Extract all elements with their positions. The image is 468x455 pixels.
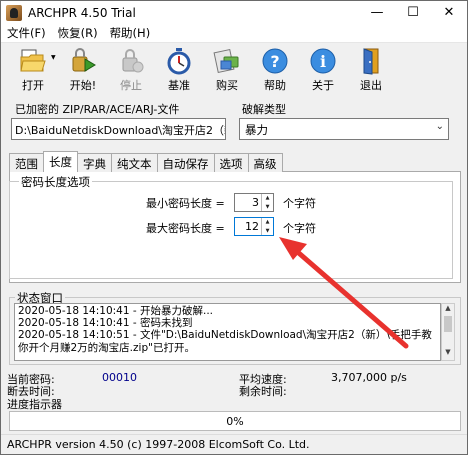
- start-icon: [72, 48, 96, 72]
- app-icon: [6, 4, 22, 21]
- menu-bar: 文件(F) 恢复(R) 帮助(H): [1, 24, 467, 43]
- open-dropdown-arrow[interactable]: ▼: [51, 54, 59, 61]
- buy-label: 购买: [216, 79, 238, 92]
- scroll-up-icon[interactable]: ▲: [442, 304, 454, 316]
- remaining-time-label: 剩余时间:: [239, 385, 287, 398]
- help-label: 帮助: [264, 79, 286, 92]
- min-length-value: 3: [252, 196, 259, 209]
- tab-options[interactable]: 选项: [213, 153, 249, 172]
- open-label: 打开: [22, 79, 44, 92]
- window-controls: — ☐ ✕: [359, 1, 467, 24]
- tab-range[interactable]: 范围: [9, 153, 44, 172]
- attack-type-select[interactable]: 暴力 ⌄: [239, 118, 449, 140]
- start-label: 开始!: [69, 79, 97, 92]
- window-title: ARCHPR 4.50 Trial: [28, 5, 136, 20]
- maximize-button[interactable]: ☐: [395, 1, 431, 24]
- svg-text:?: ?: [270, 52, 279, 71]
- benchmark-button[interactable]: 基准: [155, 44, 203, 94]
- attack-type-label: 破解类型: [242, 103, 286, 116]
- progress-bar: 0%: [9, 411, 461, 431]
- about-label: 关于: [312, 79, 334, 92]
- avg-speed-value: 3,707,000 p/s: [331, 371, 407, 384]
- minimize-button[interactable]: —: [359, 1, 395, 24]
- tab-strip: 范围 长度 字典 纯文本 自动保存 选项 高级: [9, 151, 283, 172]
- max-length-spin-buttons: ▲ ▼: [261, 218, 273, 235]
- max-length-spinner[interactable]: 12 ▲ ▼: [234, 217, 274, 236]
- help-icon: ?: [262, 48, 288, 74]
- min-length-spinner[interactable]: 3 ▲ ▼: [234, 193, 274, 212]
- svg-text:i: i: [320, 52, 326, 71]
- chevron-down-icon: ⌄: [435, 121, 444, 132]
- buy-button[interactable]: 购买: [203, 44, 251, 94]
- open-button[interactable]: 打开: [9, 44, 57, 94]
- status-bar: ARCHPR version 4.50 (c) 1997-2008 ElcomS…: [1, 434, 467, 454]
- stop-label: 停止: [120, 79, 142, 92]
- tab-autosave[interactable]: 自动保存: [156, 153, 215, 172]
- log-line: 2020-05-18 14:10:41 - 开始暴力破解...: [18, 305, 213, 317]
- scroll-thumb[interactable]: [444, 316, 452, 332]
- exit-door-icon: [363, 48, 379, 75]
- encrypted-file-input[interactable]: D:\BaiduNetdiskDownload\淘宝开店2（新: [11, 118, 226, 140]
- max-length-up-button[interactable]: ▲: [262, 218, 273, 227]
- tab-advanced[interactable]: 高级: [247, 153, 283, 172]
- archpr-window: ARCHPR 4.50 Trial — ☐ ✕ 文件(F) 恢复(R) 帮助(H…: [0, 0, 468, 455]
- tab-dictionary[interactable]: 字典: [77, 153, 112, 172]
- status-log-scrollbar[interactable]: ▲ ▼: [441, 303, 455, 361]
- menu-file[interactable]: 文件(F): [1, 25, 52, 41]
- title-bar: ARCHPR 4.50 Trial — ☐ ✕: [1, 1, 467, 24]
- buy-icon: [213, 48, 239, 74]
- max-length-down-button[interactable]: ▼: [262, 227, 273, 236]
- log-line: 2020-05-18 14:10:41 - 密码未找到: [18, 317, 193, 330]
- max-length-label: 最大密码长度 =: [146, 222, 225, 235]
- log-line: 2020-05-18 14:10:51 - 文件"D:\BaiduNetdisk…: [18, 329, 432, 342]
- tab-plaintext[interactable]: 纯文本: [111, 153, 158, 172]
- exit-button[interactable]: 退出: [347, 44, 395, 94]
- current-password-value: 00010: [102, 371, 137, 384]
- attack-type-value: 暴力: [245, 123, 268, 137]
- progress-text: 0%: [226, 415, 244, 428]
- toolbar: 打开 ▼ 开始! 停止 基准 购买 ? 帮助 i 关于 退出: [1, 44, 467, 96]
- max-length-unit: 个字符: [283, 222, 316, 235]
- min-length-label: 最小密码长度 =: [146, 197, 225, 210]
- stop-icon: [122, 49, 144, 73]
- info-icon: i: [310, 48, 336, 74]
- min-length-spin-buttons: ▲ ▼: [261, 194, 273, 211]
- benchmark-label: 基准: [168, 79, 190, 92]
- exit-label: 退出: [360, 79, 382, 92]
- min-length-down-button[interactable]: ▼: [262, 203, 273, 212]
- length-options-title: 密码长度选项: [19, 174, 92, 190]
- max-length-value: 12: [245, 220, 259, 233]
- status-log[interactable]: 2020-05-18 14:10:41 - 开始暴力破解... 2020-05-…: [14, 303, 441, 361]
- progress-indicator-label: 进度指示器: [7, 398, 62, 411]
- stop-button[interactable]: 停止: [107, 44, 155, 94]
- tab-length[interactable]: 长度: [43, 151, 78, 172]
- start-button[interactable]: 开始!: [59, 44, 107, 94]
- help-button[interactable]: ? 帮助: [251, 44, 299, 94]
- close-button[interactable]: ✕: [431, 1, 467, 24]
- min-length-up-button[interactable]: ▲: [262, 194, 273, 203]
- menu-recover[interactable]: 恢复(R): [52, 25, 104, 41]
- open-folder-icon: [20, 49, 46, 72]
- length-options-group: [9, 181, 453, 279]
- log-line: 你开个月赚2万的淘宝店.zip"已打开。: [18, 341, 195, 354]
- about-button[interactable]: i 关于: [299, 44, 347, 94]
- stopwatch-icon: [167, 48, 191, 75]
- scroll-down-icon[interactable]: ▼: [442, 348, 454, 360]
- min-length-unit: 个字符: [283, 197, 316, 210]
- encrypted-file-label: 已加密的 ZIP/RAR/ACE/ARJ-文件: [15, 103, 180, 116]
- menu-help[interactable]: 帮助(H): [104, 25, 157, 41]
